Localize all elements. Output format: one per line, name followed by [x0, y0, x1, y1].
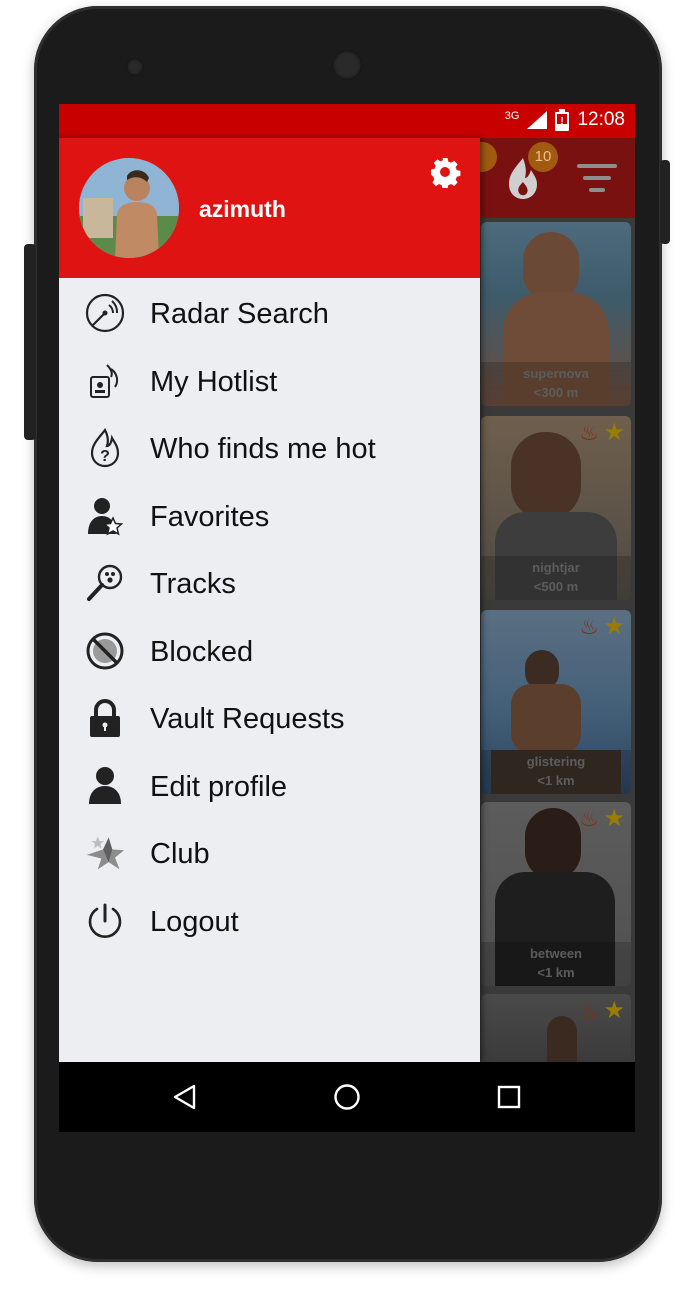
menu-label: Favorites — [150, 500, 270, 533]
clock: 12:08 — [577, 109, 625, 130]
profile-card[interactable]: ♨ ★ nightjar <500 m — [481, 416, 631, 600]
flame-question-icon: ? — [85, 428, 125, 468]
menu-item-logout[interactable]: Logout — [59, 888, 480, 956]
menu-item-radar-search[interactable]: Radar Search — [59, 280, 480, 348]
avatar[interactable] — [79, 158, 179, 258]
power-icon — [85, 901, 125, 941]
flame-icon: ♨ — [579, 420, 599, 445]
profile-card[interactable]: supernova <300 m — [481, 222, 631, 406]
menu-label: Logout — [150, 905, 239, 938]
user-icon — [85, 766, 125, 806]
profile-distance: <1 km — [537, 773, 575, 788]
star-icon: ★ — [603, 419, 625, 446]
network-type: 3G — [504, 110, 520, 122]
radar-icon — [85, 293, 125, 333]
profile-name: nightjar — [532, 560, 580, 575]
card-label: supernova <300 m — [481, 362, 631, 406]
svg-text:!: ! — [561, 116, 564, 127]
home-icon[interactable] — [329, 1079, 365, 1115]
hotlist-icon — [85, 361, 125, 401]
lock-icon — [85, 698, 125, 738]
navigation-drawer: azimuth Radar Search My Hotlist ? Who fi… — [59, 138, 480, 1062]
front-sensor — [126, 58, 144, 76]
app-logo-icon — [505, 156, 541, 200]
power-button — [660, 160, 670, 244]
blocked-icon — [85, 631, 125, 671]
card-label: nightjar <500 m — [481, 556, 631, 600]
star-icon: ★ — [603, 613, 625, 640]
profile-distance: <1 km — [537, 965, 575, 980]
front-camera — [332, 50, 362, 80]
menu-item-blocked[interactable]: Blocked — [59, 618, 480, 686]
menu-item-edit-profile[interactable]: Edit profile — [59, 753, 480, 821]
battery-icon: ! — [555, 109, 570, 131]
menu-item-club[interactable]: Club — [59, 820, 480, 888]
gear-icon[interactable] — [427, 156, 463, 192]
screen: 3G ! 12:08 10 supernova <300 m ♨ ★ night… — [59, 104, 635, 1132]
menu-label: Tracks — [150, 568, 236, 600]
menu-item-who-finds-me-hot[interactable]: ? Who finds me hot — [59, 415, 480, 483]
star-icon: ★ — [603, 805, 625, 832]
drawer-menu: Radar Search My Hotlist ? Who finds me h… — [59, 280, 480, 955]
filter-icon[interactable] — [577, 164, 617, 200]
volume-button — [24, 244, 36, 440]
menu-label: My Hotlist — [150, 365, 278, 398]
profile-name: supernova — [523, 366, 589, 381]
menu-label: Edit profile — [150, 770, 288, 803]
star-icon: ★ — [603, 997, 625, 1024]
profile-card[interactable]: ♨ ★ glistering <1 km — [481, 610, 631, 794]
flame-icon: ♨ — [579, 614, 599, 639]
menu-label: Vault Requests — [150, 703, 345, 735]
menu-label: Club — [150, 838, 210, 870]
svg-text:?: ? — [100, 448, 110, 465]
menu-label: Radar Search — [150, 298, 329, 330]
drawer-header: azimuth — [59, 138, 480, 278]
profile-name: between — [529, 946, 582, 961]
magnifier-paw-icon — [85, 563, 125, 603]
card-label: between <1 km — [481, 942, 631, 986]
status-bar: 3G ! 12:08 — [59, 104, 635, 138]
menu-item-favorites[interactable]: Favorites — [59, 483, 480, 551]
menu-label: Blocked — [150, 635, 254, 668]
menu-item-tracks[interactable]: Tracks — [59, 550, 480, 618]
card-label: glistering <1 km — [481, 750, 631, 794]
system-nav-bar — [59, 1062, 635, 1132]
profile-card[interactable]: ♨ ★ — [481, 994, 631, 1064]
profile-card[interactable]: ♨ ★ between <1 km — [481, 802, 631, 986]
profile-distance: <500 m — [533, 579, 579, 594]
user-star-icon — [85, 496, 125, 536]
username: azimuth — [199, 196, 286, 222]
menu-label: Who finds me hot — [150, 433, 376, 465]
club-star-icon — [85, 833, 125, 873]
profile-name: glistering — [526, 754, 586, 769]
back-icon[interactable] — [167, 1079, 203, 1115]
recents-icon[interactable] — [491, 1079, 527, 1115]
flame-icon: ♨ — [579, 806, 599, 831]
profile-distance: <300 m — [533, 385, 579, 400]
flame-icon: ♨ — [579, 998, 599, 1023]
signal-icon — [527, 111, 548, 129]
menu-item-vault-requests[interactable]: Vault Requests — [59, 685, 480, 753]
menu-item-my-hotlist[interactable]: My Hotlist — [59, 348, 480, 416]
